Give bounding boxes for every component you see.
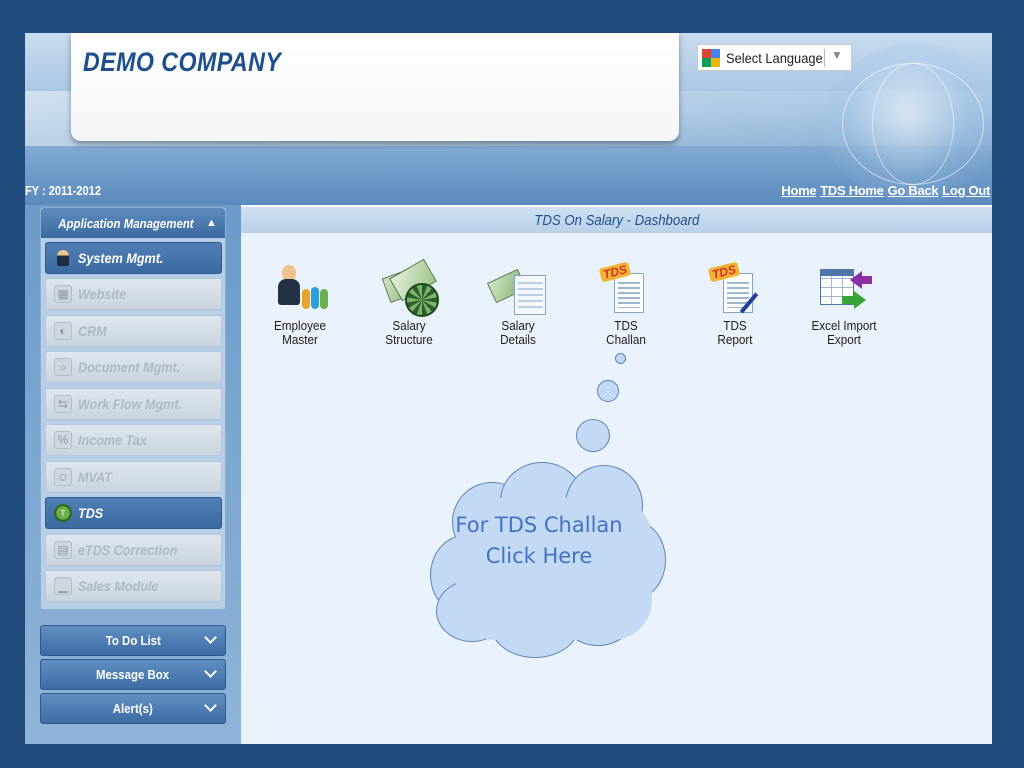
sidebar-item-income-tax[interactable]: % Income Tax <box>45 424 222 456</box>
sidebar-item-system-mgmt[interactable]: System Mgmt. <box>45 242 222 274</box>
document-search-icon: ⌕ <box>54 358 72 376</box>
header-banner: DEMO COMPANY Select Language ▼ FY : 2011… <box>25 33 992 205</box>
dropdown-arrow-icon: ▼ <box>831 48 843 62</box>
excel-import-export-icon <box>814 263 874 319</box>
tile-salary-structure[interactable]: Salary Structure <box>364 258 454 347</box>
to-do-list-panel[interactable]: To Do List <box>40 625 226 656</box>
chevron-up-icon: ▲ <box>205 217 217 229</box>
log-out-link[interactable]: Log Out <box>942 183 990 198</box>
logo-panel: DEMO COMPANY <box>71 33 679 141</box>
tds-home-link[interactable]: TDS Home <box>820 183 884 198</box>
tds-challan-icon: TDS <box>596 261 656 319</box>
application-management-header[interactable]: Application Management ▲ <box>41 208 225 238</box>
language-select-label: Select Language <box>726 49 823 66</box>
alerts-panel[interactable]: Alert(s) <box>40 693 226 724</box>
home-link[interactable]: Home <box>781 183 816 198</box>
workflow-icon: ⇆ <box>54 395 72 413</box>
callout-text: For TDS Challan Click Here <box>455 513 623 568</box>
go-back-link[interactable]: Go Back <box>888 183 939 198</box>
user-icon <box>54 249 72 267</box>
document-icon: ▤ <box>54 541 72 559</box>
chevron-down-icon <box>204 665 217 678</box>
sidebar-item-etds-correction[interactable]: ▤ eTDS Correction <box>45 534 222 566</box>
page-title: TDS On Salary - Dashboard <box>533 211 700 229</box>
sidebar-item-document-mgmt[interactable]: ⌕ Document Mgmt. <box>45 351 222 383</box>
tile-excel-import-export[interactable]: Excel Import Export <box>799 263 889 347</box>
application-management-panel: Application Management ▲ System Mgmt. ▦ … <box>40 207 226 610</box>
salary-structure-icon <box>379 258 439 319</box>
tds-icon: T <box>54 504 72 522</box>
mvat-icon: ☺ <box>54 468 72 486</box>
sales-chart-icon: ▁ <box>54 577 72 595</box>
income-tax-icon: % <box>54 431 72 449</box>
crm-icon: ◐ <box>54 322 72 340</box>
sidebar-item-crm[interactable]: ◐ CRM <box>45 315 222 347</box>
sidebar-item-work-flow-mgmt[interactable]: ⇆ Work Flow Mgmt. <box>45 388 222 420</box>
sidebar: Application Management ▲ System Mgmt. ▦ … <box>25 205 241 744</box>
employee-master-icon <box>270 263 330 319</box>
financial-year: FY : 2011-2012 <box>25 183 101 198</box>
tds-report-icon: TDS <box>705 261 765 319</box>
tile-salary-details[interactable]: Salary Details <box>473 263 563 347</box>
chevron-down-icon <box>204 699 217 712</box>
salary-details-icon <box>486 263 548 319</box>
tile-tds-challan[interactable]: TDS TDS Challan <box>581 261 671 347</box>
tile-tds-report[interactable]: TDS TDS Report <box>690 261 780 347</box>
website-icon: ▦ <box>54 285 72 303</box>
sidebar-item-website[interactable]: ▦ Website <box>45 278 222 310</box>
sidebar-item-sales-module[interactable]: ▁ Sales Module <box>45 570 222 602</box>
sidebar-item-mvat[interactable]: ☺ MVAT <box>45 461 222 493</box>
company-name: DEMO COMPANY <box>83 47 282 77</box>
chevron-down-icon <box>204 631 217 644</box>
language-select[interactable]: Select Language ▼ <box>697 44 852 71</box>
google-translate-icon <box>702 48 720 67</box>
tile-employee-master[interactable]: Employee Master <box>255 263 345 347</box>
top-links: Home TDS Home Go Back Log Out <box>781 183 990 198</box>
sidebar-item-tds[interactable]: T TDS <box>45 497 222 529</box>
dashboard-title-bar: TDS On Salary - Dashboard <box>241 205 992 233</box>
message-box-panel[interactable]: Message Box <box>40 659 226 690</box>
